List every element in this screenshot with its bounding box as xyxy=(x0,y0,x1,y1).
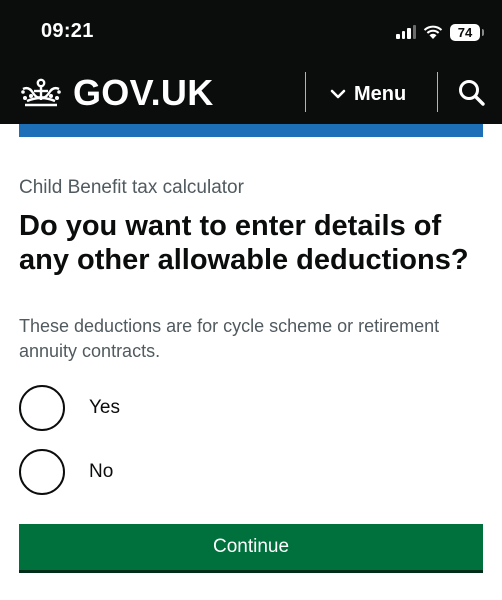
hint-text: These deductions are for cycle scheme or… xyxy=(19,316,440,361)
radio-option-yes[interactable]: Yes xyxy=(19,383,319,433)
radio-label-yes: Yes xyxy=(89,397,120,418)
search-button[interactable] xyxy=(457,78,487,108)
status-icons: 74 xyxy=(396,20,484,44)
service-caption: Child Benefit tax calculator xyxy=(19,177,244,198)
radio-button-yes[interactable] xyxy=(19,385,65,431)
radio-button-no[interactable] xyxy=(19,449,65,495)
cellular-signal-icon xyxy=(396,25,416,39)
menu-label: Menu xyxy=(354,82,407,105)
header-divider xyxy=(437,72,438,112)
chevron-down-icon xyxy=(330,89,346,99)
menu-button[interactable]: Menu xyxy=(330,79,406,109)
search-icon xyxy=(459,80,485,106)
status-time: 09:21 xyxy=(41,20,94,42)
logo-text: GOV.UK xyxy=(73,72,214,113)
header-accent-bar xyxy=(19,124,483,137)
header-divider xyxy=(305,72,306,112)
govuk-logo[interactable]: GOV.UK xyxy=(19,73,214,113)
radio-option-no[interactable]: No xyxy=(19,447,319,497)
status-bar: 09:21 74 xyxy=(0,0,502,64)
radio-label-no: No xyxy=(89,461,114,482)
govuk-header: GOV.UK Menu xyxy=(0,64,502,124)
continue-button[interactable]: Continue xyxy=(19,524,483,573)
crown-icon xyxy=(21,78,61,107)
wifi-icon xyxy=(423,25,443,39)
battery-indicator: 74 xyxy=(450,23,484,41)
page-title: Do you want to enter details of any othe… xyxy=(19,210,469,276)
